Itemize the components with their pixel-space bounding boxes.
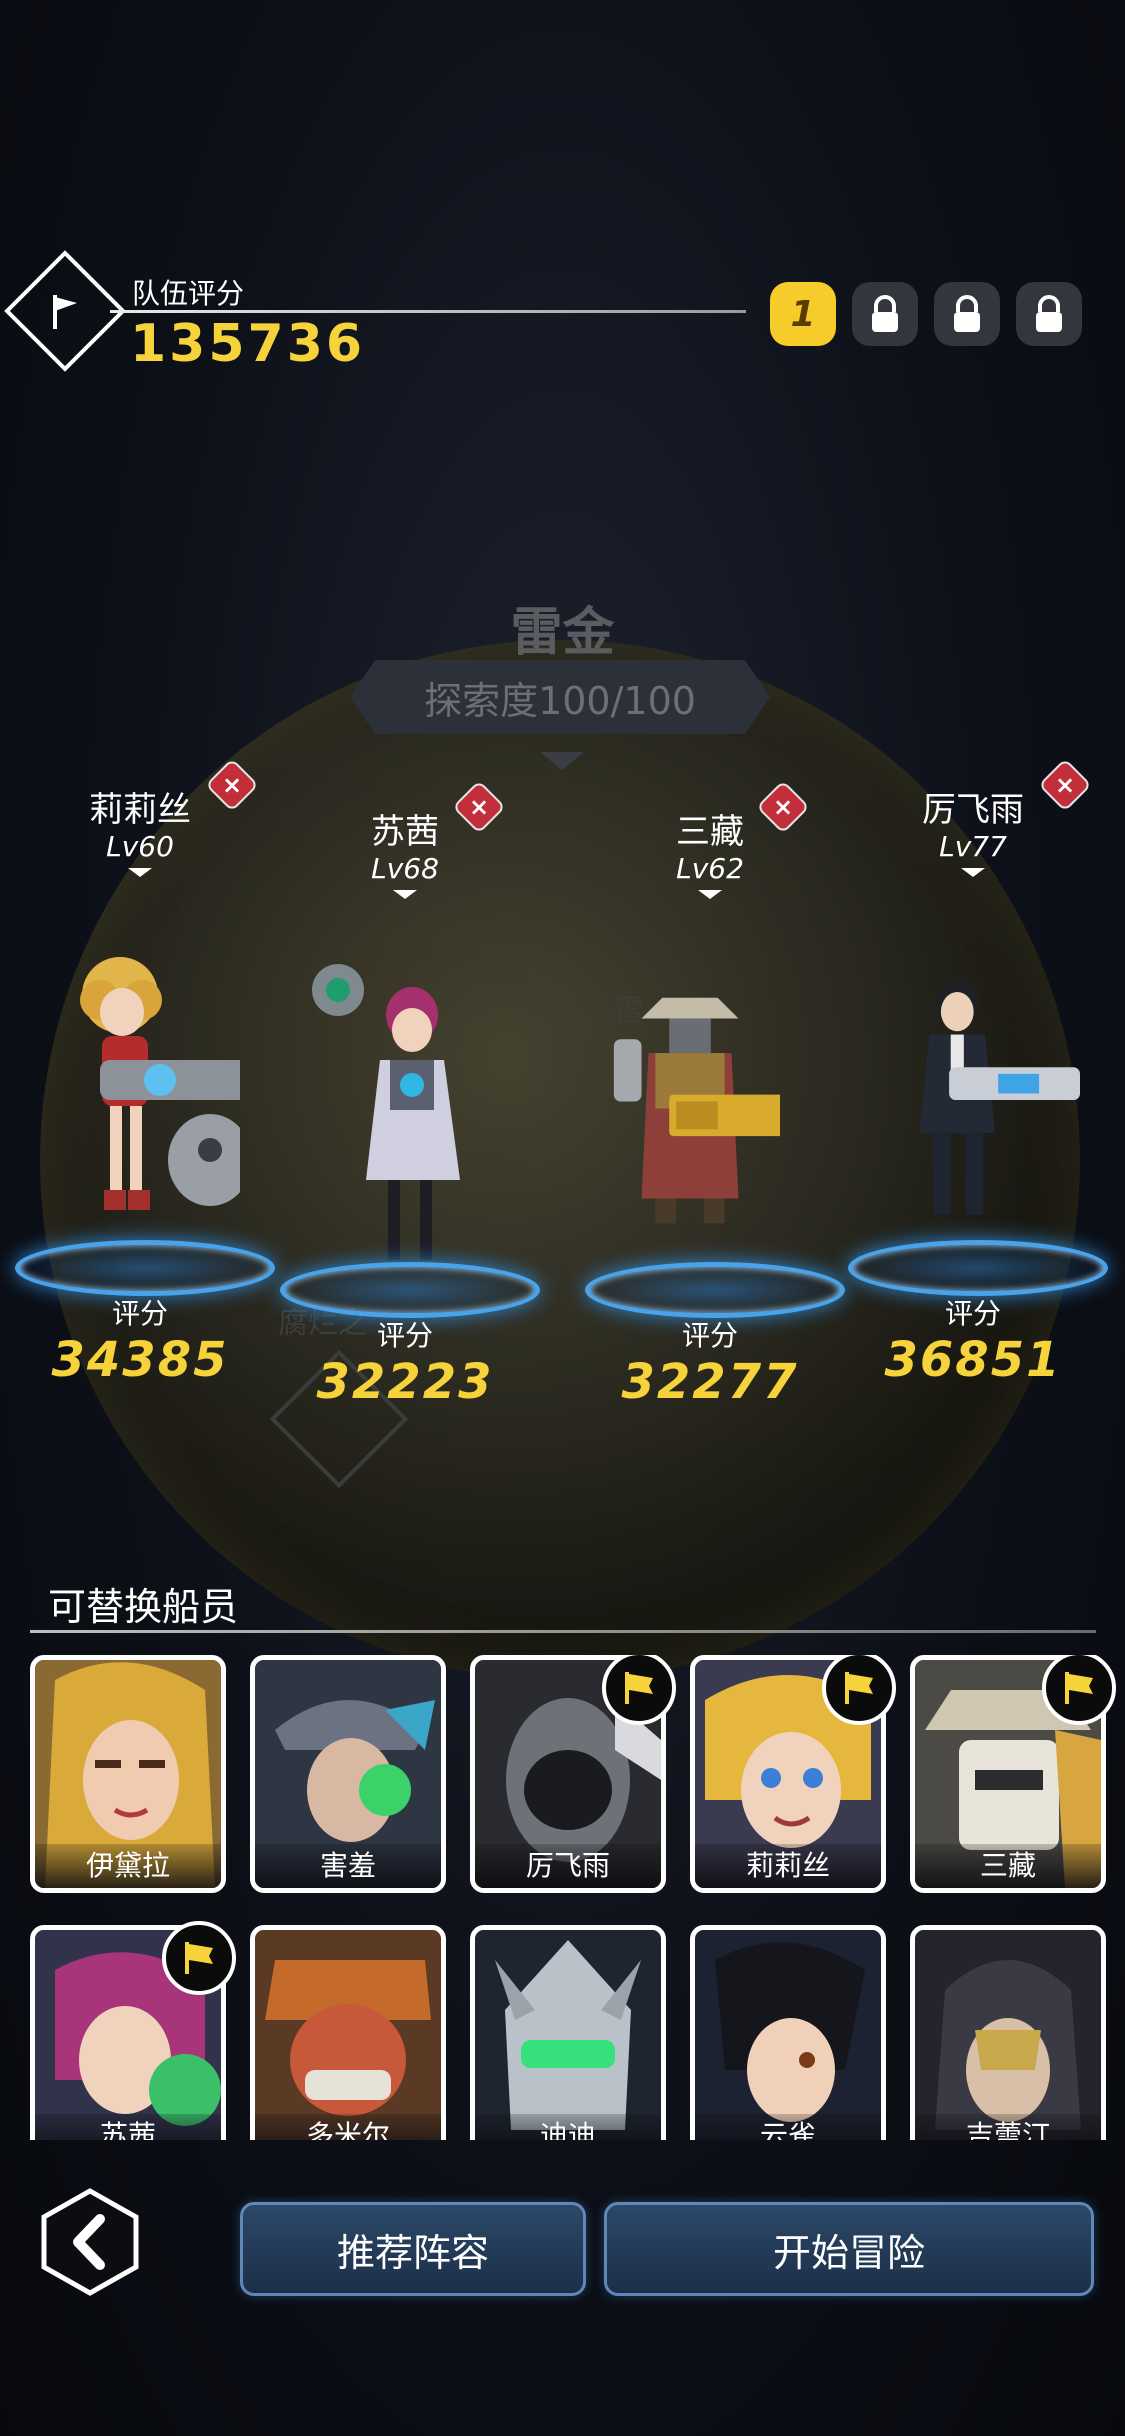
lock-icon (872, 295, 898, 332)
crew-card[interactable]: 云雀 (690, 1925, 886, 2140)
team-flag-icon (4, 250, 126, 372)
crew-name: 多米尔 (255, 2114, 441, 2140)
lock-icon (1036, 295, 1062, 332)
crew-name: 莉莉丝 (695, 1844, 881, 1888)
start-adventure-button[interactable]: 开始冒险 (604, 2202, 1094, 2296)
team-slot-1[interactable]: 1 (770, 282, 836, 346)
exploration-badge: 探索度100/100 (350, 660, 770, 734)
crew-portrait (695, 1930, 881, 2140)
crew-name: 云雀 (695, 2114, 881, 2140)
crew-name: 迪迪 (475, 2114, 661, 2140)
slot-number: 1 (790, 293, 816, 335)
member-score-label: 评分 (681, 1319, 738, 1352)
roster-title: 可替换船员 (48, 1585, 239, 1629)
member-level: Lv68 (371, 852, 439, 885)
team-score-label: 队伍评分 (132, 277, 245, 310)
planet-arrow-icon (540, 752, 584, 770)
team-slot-2-locked[interactable] (852, 282, 918, 346)
character-pad (585, 1262, 845, 1318)
member-score-value: 34385 (51, 1332, 229, 1388)
member-figure[interactable] (600, 920, 780, 1290)
crew-portrait (475, 1930, 661, 2140)
crew-card[interactable]: 害羞 (250, 1655, 446, 1893)
character-pad (280, 1262, 540, 1318)
crew-card[interactable]: 多米尔 (250, 1925, 446, 2140)
recommend-lineup-button[interactable]: 推荐阵容 (240, 2202, 586, 2296)
member-level: Lv60 (106, 830, 174, 863)
level-caret-icon (698, 890, 722, 899)
start-adventure-label: 开始冒险 (772, 2230, 925, 2275)
roster-divider (30, 1630, 1096, 1633)
close-icon: × (1054, 770, 1076, 799)
level-caret-icon (393, 890, 417, 899)
member-score-value: 32277 (621, 1354, 799, 1410)
level-caret-icon (128, 868, 152, 877)
crew-portrait (915, 1930, 1101, 2140)
member-score-value: 32223 (316, 1354, 494, 1410)
team-slot-4-locked[interactable] (1016, 282, 1082, 346)
member-score-label: 评分 (111, 1297, 168, 1330)
crew-portrait (255, 1930, 441, 2140)
character-pad (15, 1240, 275, 1296)
close-icon: × (772, 792, 794, 821)
close-icon: × (221, 770, 243, 799)
lock-icon (954, 295, 980, 332)
member-level: Lv77 (939, 830, 1007, 863)
member-score-label: 评分 (376, 1319, 433, 1352)
exploration-text: 探索度100/100 (424, 678, 696, 723)
close-icon: × (468, 792, 490, 821)
member-level: Lv62 (676, 852, 744, 885)
crew-card[interactable]: 迪迪 (470, 1925, 666, 2140)
crew-name: 害羞 (255, 1844, 441, 1888)
member-figure[interactable] (900, 940, 1080, 1260)
member-figure[interactable] (60, 940, 240, 1260)
level-caret-icon (961, 868, 985, 877)
recommend-lineup-label: 推荐阵容 (336, 2230, 489, 2275)
crew-name: 厉飞雨 (475, 1844, 661, 1888)
crew-name: 吉蕾汀 (915, 2114, 1101, 2140)
crew-name: 苏茜 (35, 2114, 221, 2140)
member-score-label: 评分 (944, 1297, 1001, 1330)
team-slot-3-locked[interactable] (934, 282, 1000, 346)
crew-name: 伊黛拉 (35, 1844, 221, 1888)
crew-name: 三藏 (915, 1844, 1101, 1888)
crew-card[interactable]: 伊黛拉 (30, 1655, 226, 1893)
character-pad (848, 1240, 1108, 1296)
crew-card[interactable]: 吉蕾汀 (910, 1925, 1106, 2140)
team-score-value: 135736 (130, 314, 366, 374)
back-button[interactable] (38, 2188, 142, 2296)
member-score-value: 36851 (884, 1332, 1062, 1388)
roster-grid: 伊黛拉 害羞 厉飞雨 莉莉丝 三藏 苏茜 多米尔 迪迪 云雀 吉蕾汀 (30, 1655, 1120, 2140)
member-figure[interactable] (300, 930, 480, 1280)
back-icon (41, 2188, 139, 2296)
in-team-flag-icon (162, 1921, 236, 1995)
planet-title: 雷金 (510, 603, 615, 663)
